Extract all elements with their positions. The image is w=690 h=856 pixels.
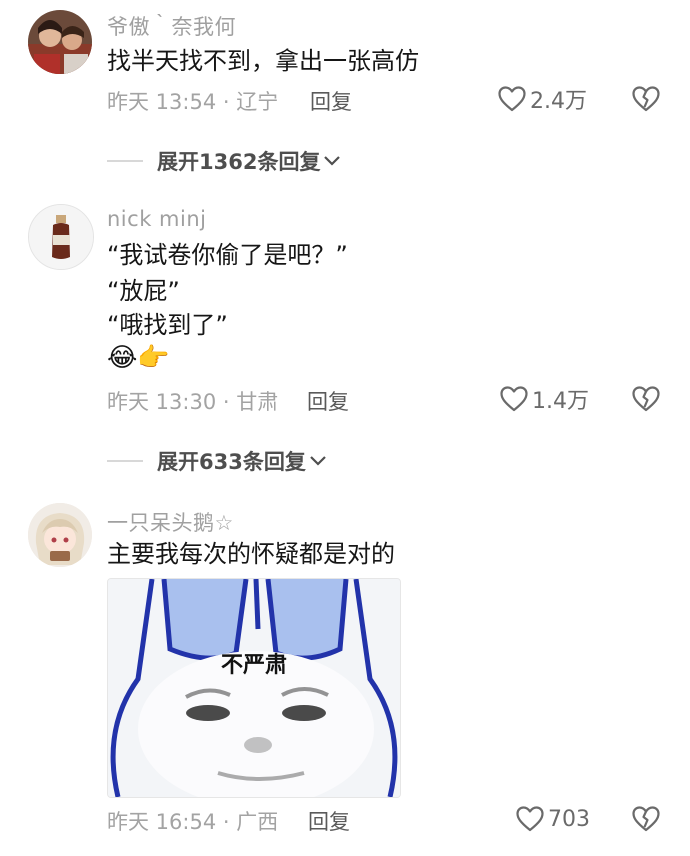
comment-meta: 昨天 16:54 · 广西 [107, 810, 279, 834]
comment-image[interactable]: 不严肃 [107, 578, 401, 798]
like-button[interactable]: 703 [516, 802, 590, 836]
reply-button[interactable]: 回复 [307, 386, 349, 416]
reply-button[interactable]: 回复 [308, 806, 350, 836]
heart-outline-icon [500, 386, 528, 412]
like-button[interactable]: 2.4万 [498, 82, 587, 116]
image-caption: 不严肃 [220, 653, 287, 678]
broken-heart-icon [632, 386, 660, 412]
like-count: 703 [548, 806, 590, 832]
user-avatar[interactable] [28, 204, 94, 270]
dislike-button[interactable] [632, 386, 660, 416]
heart-outline-icon [498, 86, 526, 112]
comment-text: 找半天找不到，拿出一张高仿 [107, 47, 419, 75]
comment-username[interactable]: 爷傲｀奈我何 [107, 11, 236, 41]
comment-username[interactable]: nick minj [107, 207, 206, 231]
comment-emoji: 😂👉 [107, 341, 170, 375]
comment-text: “放屁” [107, 277, 180, 305]
broken-heart-icon [632, 806, 660, 832]
user-avatar[interactable] [28, 10, 92, 74]
like-count: 2.4万 [530, 89, 587, 114]
comment-text: “哦找到了” [107, 311, 228, 339]
comment-meta: 昨天 13:54 · 辽宁 [107, 90, 279, 114]
expand-replies-button[interactable]: 展开633条回复 [107, 446, 327, 476]
user-avatar[interactable] [28, 503, 92, 567]
pointing-emoji: 👉 [137, 343, 170, 373]
broken-heart-icon [632, 86, 660, 112]
expand-replies-label: 展开633条回复 [157, 450, 306, 474]
laughing-emoji: 😂 [107, 343, 138, 373]
divider-line [107, 160, 143, 162]
dislike-button[interactable] [632, 806, 660, 836]
reply-button[interactable]: 回复 [310, 86, 352, 116]
divider-line [107, 460, 143, 462]
chevron-down-icon [310, 456, 326, 466]
comment-text: “我试卷你偷了是吧？” [107, 241, 348, 269]
chevron-down-icon [324, 156, 341, 166]
expand-replies-label: 展开1362条回复 [157, 150, 321, 174]
comment-meta: 昨天 13:30 · 甘肃 [107, 390, 279, 414]
comment-username[interactable]: 一只呆头鹅☆ [107, 507, 234, 537]
like-count: 1.4万 [532, 389, 589, 414]
comment-text: 主要我每次的怀疑都是对的 [107, 540, 395, 568]
heart-outline-icon [516, 806, 544, 832]
dislike-button[interactable] [632, 86, 660, 116]
expand-replies-button[interactable]: 展开1362条回复 [107, 146, 341, 176]
like-button[interactable]: 1.4万 [500, 382, 589, 416]
